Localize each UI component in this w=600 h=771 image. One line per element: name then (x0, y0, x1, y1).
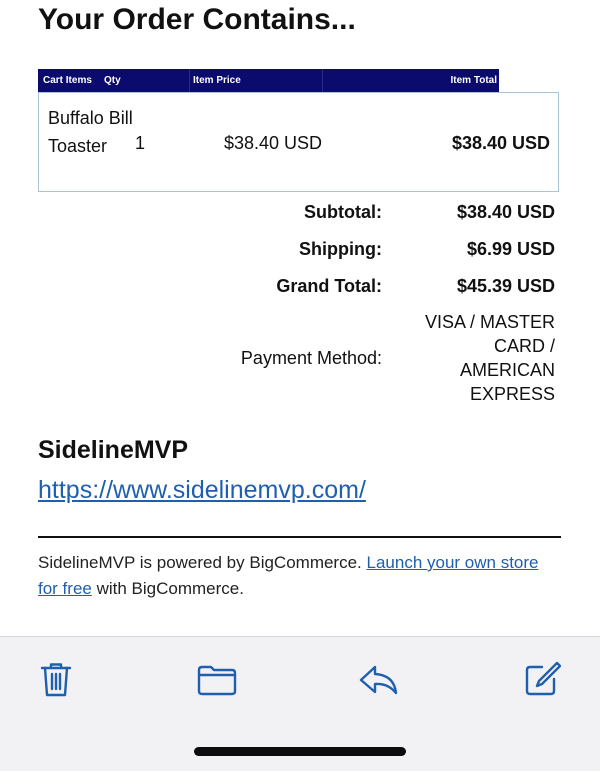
store-name: SidelineMVP (38, 436, 189, 464)
trash-icon (40, 663, 72, 697)
footer-text-after: with BigCommerce. (91, 579, 244, 598)
shipping-value: $6.99 USD (466, 239, 555, 259)
header-separator (322, 69, 323, 92)
footer-text: SidelineMVP is powered by BigCommerce. L… (38, 550, 558, 602)
shipping-label: Shipping: (299, 239, 382, 259)
home-indicator (194, 747, 406, 756)
delete-button[interactable] (36, 659, 76, 699)
cart-items-table: Buffalo Bill Toaster 1 $38.40 USD $38.40… (38, 92, 559, 192)
header-item-price: Item Price (193, 75, 241, 86)
header-qty: Qty (104, 75, 121, 86)
item-name: Buffalo Bill Toaster (48, 108, 133, 156)
compose-icon (525, 661, 561, 696)
grand-total-value: $45.39 USD (456, 276, 555, 296)
payment-method-label: Payment Method: (240, 348, 382, 368)
store-link[interactable]: https://www.sidelinemvp.com/ (38, 476, 366, 505)
header-separator (189, 69, 190, 92)
grand-total-label: Grand Total: (276, 276, 382, 296)
footer-text-before: SidelineMVP is powered by BigCommerce. (38, 553, 367, 572)
compose-button[interactable] (521, 659, 561, 699)
order-heading: Your Order Contains... (38, 3, 356, 36)
item-total: $38.40 USD (451, 133, 550, 153)
folder-icon (197, 665, 237, 696)
mail-toolbar (0, 636, 600, 771)
cart-table-header: Cart Items Qty Item Price Item Total (38, 69, 499, 92)
subtotal-label: Subtotal: (304, 202, 382, 222)
subtotal-value: $38.40 USD (456, 202, 555, 222)
reply-icon (359, 665, 398, 695)
email-body: Your Order Contains... Cart Items Qty It… (0, 0, 600, 636)
move-to-folder-button[interactable] (197, 659, 237, 699)
item-quantity: 1 (135, 133, 146, 153)
payment-method-value: VISA / MASTER CARD / AMERICAN EXPRESS (424, 312, 555, 404)
header-item-total: Item Total (450, 75, 497, 86)
item-price: $38.40 USD (224, 133, 323, 153)
divider (38, 536, 561, 538)
header-cart-items: Cart Items (43, 75, 92, 86)
reply-button[interactable] (358, 659, 398, 699)
